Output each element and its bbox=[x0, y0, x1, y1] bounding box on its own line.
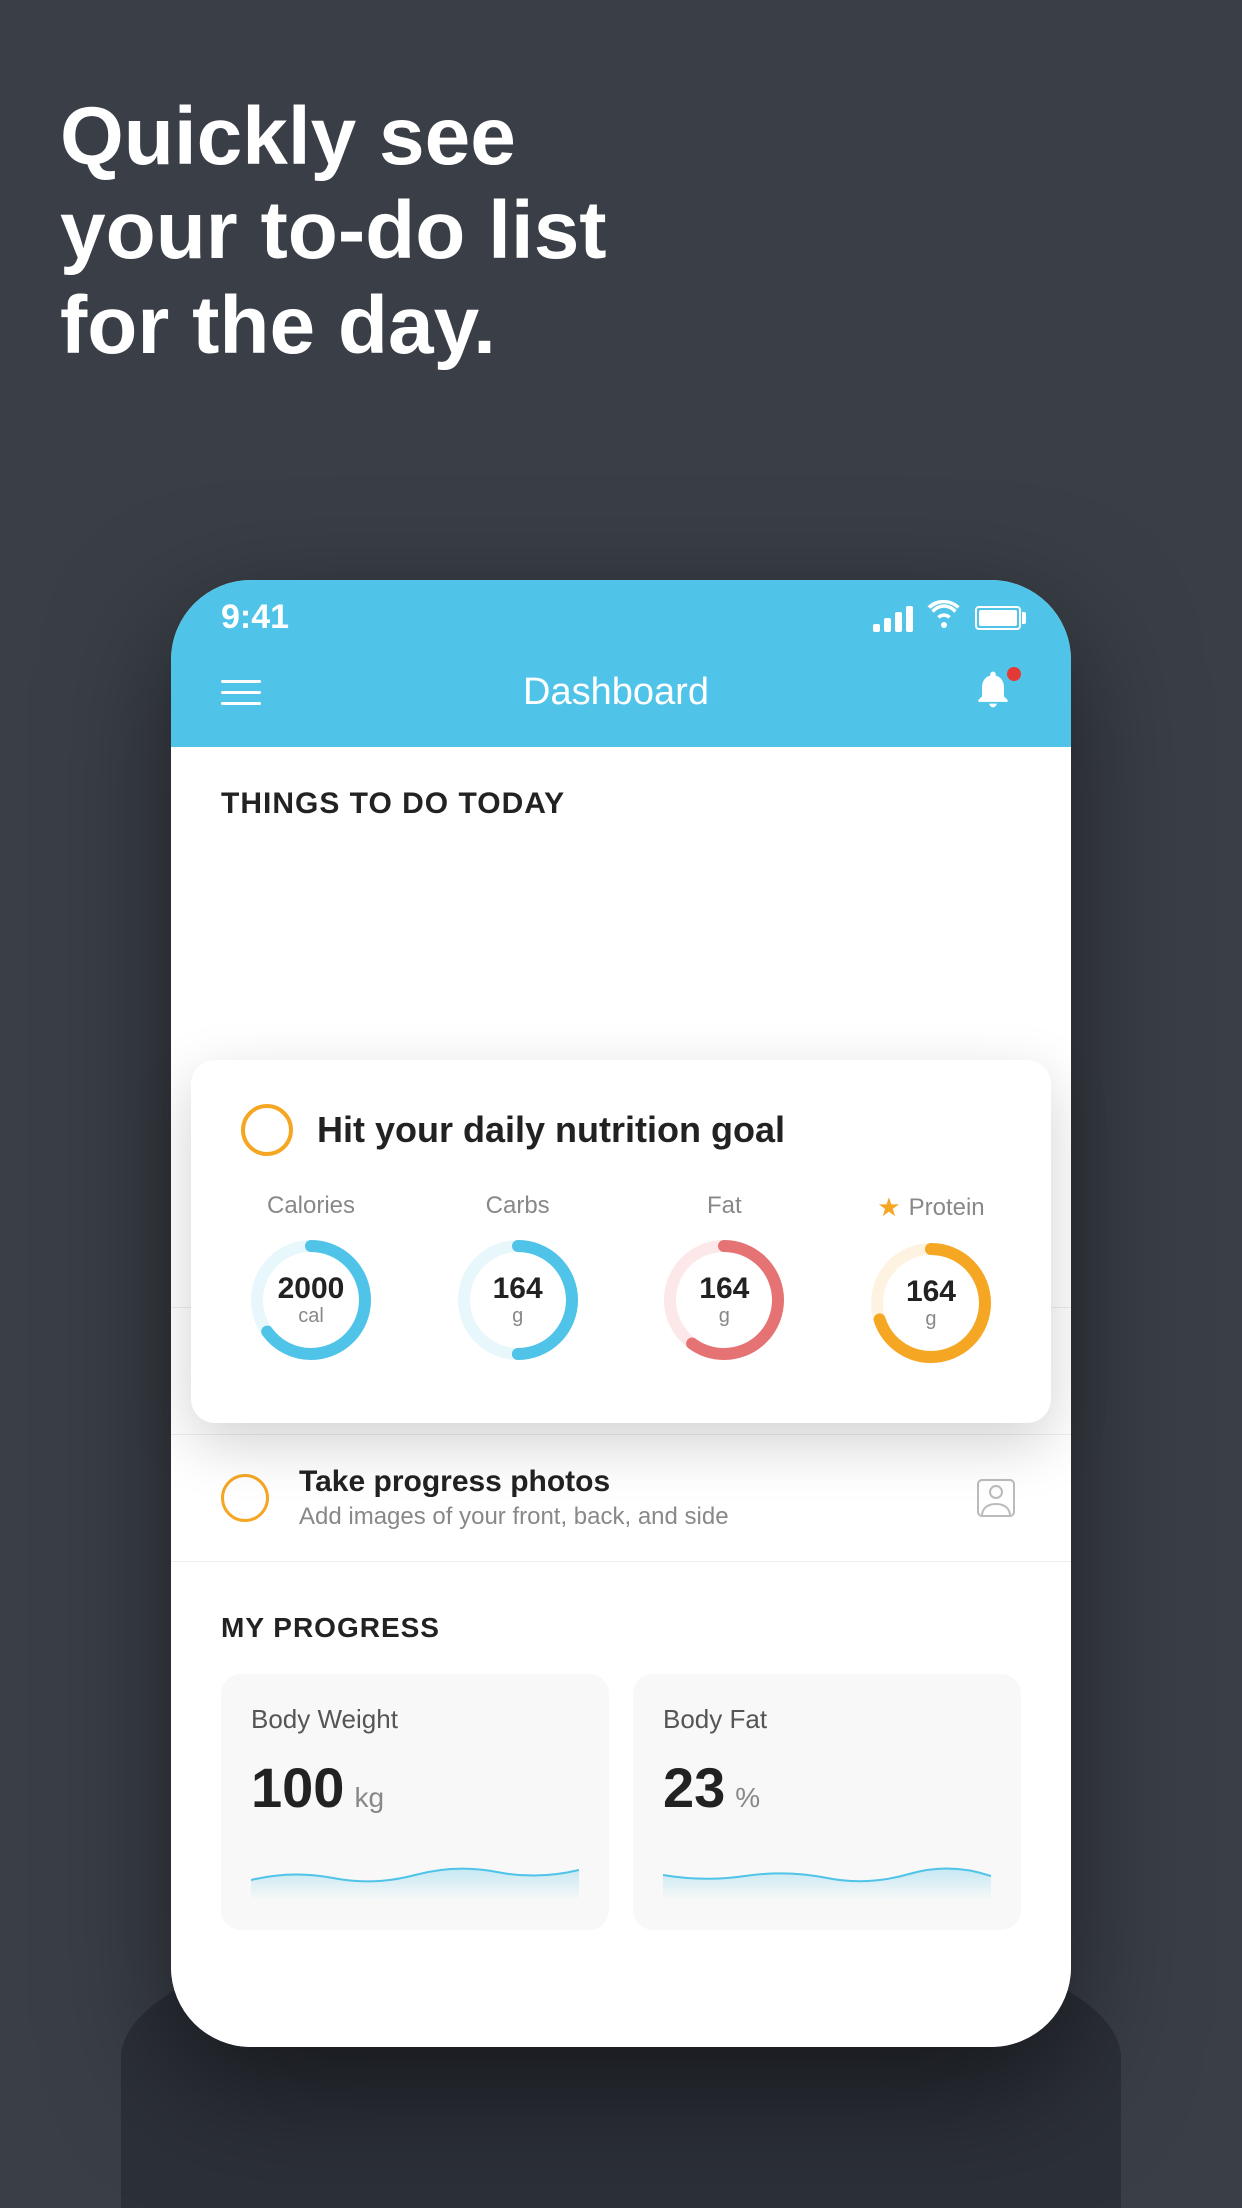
headline-line2: your to-do list bbox=[60, 185, 607, 276]
fat-label: Fat bbox=[707, 1192, 742, 1220]
calories-unit: cal bbox=[298, 1305, 324, 1327]
nutrition-check-circle bbox=[241, 1104, 293, 1156]
nutrition-card: Hit your daily nutrition goal Calories 2… bbox=[191, 1060, 1051, 1423]
protein-value: 164 bbox=[906, 1275, 956, 1308]
status-bar: 9:41 bbox=[171, 580, 1071, 647]
status-icons bbox=[873, 600, 1021, 636]
todo-section-header: THINGS TO DO TODAY bbox=[171, 747, 1071, 841]
fat-value: 164 bbox=[699, 1272, 749, 1305]
body-fat-title: Body Fat bbox=[663, 1704, 991, 1735]
notification-bell-icon[interactable] bbox=[971, 667, 1021, 717]
calories-item: Calories 2000 cal bbox=[241, 1192, 381, 1370]
fat-donut: 164 g bbox=[654, 1230, 794, 1370]
body-weight-unit: kg bbox=[354, 1782, 384, 1814]
protein-label: Protein bbox=[909, 1194, 985, 1222]
fat-item: Fat 164 g bbox=[654, 1192, 794, 1370]
progress-header: MY PROGRESS bbox=[221, 1612, 1021, 1644]
calories-label: Calories bbox=[267, 1192, 355, 1220]
todo-title-photos: Take progress photos bbox=[299, 1465, 941, 1499]
carbs-item: Carbs 164 g bbox=[448, 1192, 588, 1370]
carbs-unit: g bbox=[512, 1305, 523, 1327]
calories-value: 2000 bbox=[278, 1272, 345, 1305]
nav-bar: Dashboard bbox=[171, 647, 1071, 747]
progress-section: MY PROGRESS Body Weight 100 kg bbox=[171, 1562, 1071, 1970]
body-weight-value: 100 bbox=[251, 1755, 344, 1820]
battery-icon bbox=[975, 606, 1021, 630]
signal-icon bbox=[873, 604, 913, 632]
headline-line1: Quickly see bbox=[60, 91, 516, 182]
carbs-label: Carbs bbox=[486, 1192, 550, 1220]
body-weight-card[interactable]: Body Weight 100 kg bbox=[221, 1674, 609, 1930]
body-weight-title: Body Weight bbox=[251, 1704, 579, 1735]
carbs-donut: 164 g bbox=[448, 1230, 588, 1370]
protein-unit: g bbox=[925, 1308, 936, 1330]
todo-circle-photos bbox=[221, 1474, 269, 1522]
hamburger-menu[interactable] bbox=[221, 680, 261, 705]
nutrition-card-title: Hit your daily nutrition goal bbox=[317, 1109, 785, 1151]
headline-line3: for the day. bbox=[60, 280, 496, 371]
protein-donut: 164 g bbox=[861, 1233, 1001, 1373]
body-fat-unit: % bbox=[735, 1782, 760, 1814]
body-fat-card[interactable]: Body Fat 23 % bbox=[633, 1674, 1021, 1930]
nav-title: Dashboard bbox=[523, 671, 709, 714]
notification-dot bbox=[1007, 667, 1021, 681]
wifi-icon bbox=[927, 600, 961, 636]
todo-item-photos[interactable]: Take progress photos Add images of your … bbox=[171, 1435, 1071, 1562]
body-fat-value: 23 bbox=[663, 1755, 725, 1820]
todo-subtitle-photos: Add images of your front, back, and side bbox=[299, 1503, 941, 1531]
progress-cards: Body Weight 100 kg bbox=[221, 1674, 1021, 1930]
carbs-value: 164 bbox=[493, 1272, 543, 1305]
fat-unit: g bbox=[719, 1305, 730, 1327]
nutrition-circles: Calories 2000 cal Carbs bbox=[241, 1192, 1001, 1373]
protein-item: ★ Protein 164 g bbox=[861, 1192, 1001, 1373]
calories-donut: 2000 cal bbox=[241, 1230, 381, 1370]
person-icon bbox=[971, 1473, 1021, 1523]
page-headline: Quickly see your to-do list for the day. bbox=[60, 90, 607, 373]
body-fat-chart bbox=[663, 1840, 991, 1900]
star-icon: ★ bbox=[877, 1192, 900, 1223]
status-time: 9:41 bbox=[221, 598, 289, 637]
body-weight-chart bbox=[251, 1840, 579, 1900]
